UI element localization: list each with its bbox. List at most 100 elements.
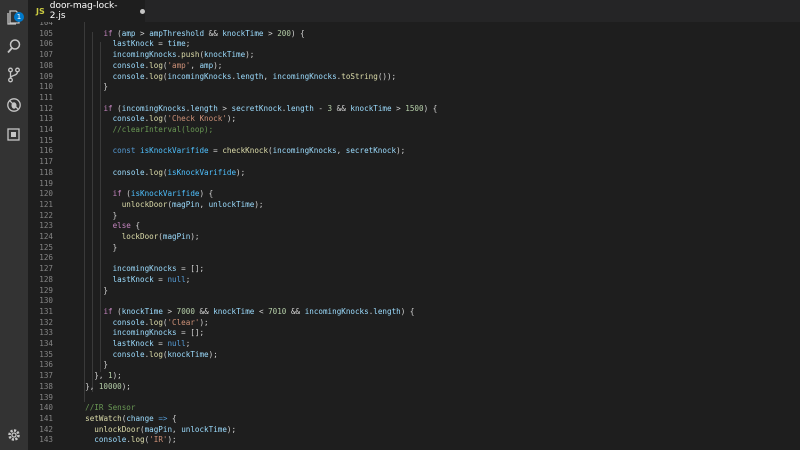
code-line[interactable]: 116 const isKnockVarifide = checkKnock(i… <box>28 146 800 157</box>
code-line[interactable]: 140 //IR Sensor <box>28 403 800 414</box>
code-line[interactable]: 112 if (incomingKnocks.length > secretKn… <box>28 104 800 115</box>
code-line[interactable]: 139 <box>28 393 800 404</box>
unsaved-dot-icon[interactable] <box>140 8 145 14</box>
code-text: console.log(incomingKnocks.length, incom… <box>112 71 397 81</box>
code-text: console.log(isKnockVarifide); <box>112 167 246 177</box>
code-line[interactable]: 143 console.log('IR'); <box>28 435 800 446</box>
code-line[interactable]: 111 <box>28 93 800 104</box>
line-number: 132 <box>39 317 53 327</box>
code-line[interactable]: 125 } <box>28 243 800 254</box>
code-text: incomingKnocks = []; <box>112 264 205 274</box>
code-text: if (incomingKnocks.length > secretKnock.… <box>103 103 438 113</box>
code-line[interactable]: 120 if (isKnockVarifide) { <box>28 189 800 200</box>
code-text: }, 10000); <box>76 381 131 391</box>
code-line[interactable]: 133 incomingKnocks = []; <box>28 328 800 339</box>
code-line[interactable]: 142 unlockDoor(magPin, unlockTime); <box>28 425 800 436</box>
debug-icon[interactable] <box>4 95 24 115</box>
code-line[interactable]: 110 } <box>28 82 800 93</box>
line-number: 110 <box>39 82 53 92</box>
code-line[interactable]: 123 else { <box>28 221 800 232</box>
line-number: 120 <box>39 189 53 199</box>
line-number: 129 <box>39 285 53 295</box>
line-number: 121 <box>39 199 53 209</box>
code-text: if (isKnockVarifide) { <box>112 189 214 199</box>
line-number: 136 <box>39 360 53 370</box>
line-number: 135 <box>39 349 53 359</box>
code-line[interactable]: 129 } <box>28 286 800 297</box>
code-text: } <box>76 242 118 252</box>
code-line[interactable]: 117 <box>28 157 800 168</box>
line-number: 107 <box>39 50 53 60</box>
code-line[interactable]: 127 incomingKnocks = []; <box>28 264 800 275</box>
code-line[interactable]: 107 incomingKnocks.push(knockTime); <box>28 50 800 61</box>
tab-label: door-mag-lock-2.js <box>49 1 118 21</box>
code-line[interactable]: 121 unlockDoor(magPin, unlockTime); <box>28 200 800 211</box>
line-number: 142 <box>39 424 53 434</box>
code-line[interactable]: 109 console.log(incomingKnocks.length, i… <box>28 72 800 83</box>
code-text: console.log('IR'); <box>94 435 177 445</box>
code-line[interactable]: 134 lastKnock = null; <box>28 339 800 350</box>
code-text: if (amp > ampThreshold && knockTime > 20… <box>103 28 305 38</box>
code-line[interactable]: 124 lockDoor(magPin); <box>28 232 800 243</box>
line-number: 128 <box>39 274 53 284</box>
code-line[interactable]: 132 console.log('Clear'); <box>28 318 800 329</box>
tab-door-mag-lock[interactable]: JS door-mag-lock-2.js <box>28 0 145 22</box>
code-text: lastKnock = null; <box>112 339 191 348</box>
code-line[interactable]: 137 }, 1); <box>28 371 800 382</box>
line-number: 105 <box>39 28 53 38</box>
line-number: 113 <box>39 114 53 124</box>
code-line[interactable]: 106 lastKnock = time; <box>28 39 800 50</box>
line-number: 140 <box>39 403 53 413</box>
line-number: 131 <box>39 306 53 316</box>
code-text: unlockDoor(magPin, unlockTime); <box>121 199 264 209</box>
code-editor[interactable]: 104 105 if (amp > ampThreshold && knockTi… <box>28 22 800 450</box>
line-number: 119 <box>39 178 53 188</box>
code-line[interactable]: 126 <box>28 253 800 264</box>
code-text: } <box>76 82 109 92</box>
code-line[interactable]: 105 if (amp > ampThreshold && knockTime … <box>28 29 800 40</box>
code-line[interactable]: 115 <box>28 136 800 147</box>
code-text: else { <box>112 221 141 231</box>
source-control-icon[interactable] <box>4 65 24 85</box>
extensions-icon[interactable] <box>4 124 24 144</box>
code-text: unlockDoor(magPin, unlockTime); <box>94 424 237 434</box>
code-line[interactable]: 128 lastKnock = null; <box>28 275 800 286</box>
code-line[interactable]: 122 } <box>28 211 800 222</box>
line-number: 127 <box>39 264 53 274</box>
code-text: incomingKnocks.push(knockTime); <box>112 50 255 60</box>
code-line[interactable]: 108 console.log('amp', amp); <box>28 61 800 72</box>
code-line[interactable]: 141 setWatch(change => { <box>28 414 800 425</box>
code-text: incomingKnocks = []; <box>112 328 205 338</box>
line-number: 139 <box>39 392 53 402</box>
code-line[interactable]: 114 //clearInterval(loop); <box>28 125 800 136</box>
line-number: 125 <box>39 242 53 252</box>
code-line[interactable]: 131 if (knockTime > 7000 && knockTime < … <box>28 307 800 318</box>
line-number: 134 <box>39 339 53 348</box>
code-line[interactable]: 118 console.log(isKnockVarifide); <box>28 168 800 179</box>
gear-icon[interactable] <box>4 425 24 445</box>
search-icon[interactable] <box>4 36 24 56</box>
code-line[interactable]: 138 }, 10000); <box>28 382 800 393</box>
code-text: //IR Sensor <box>85 403 136 413</box>
line-number: 122 <box>39 210 53 220</box>
code-line[interactable]: 130 <box>28 296 800 307</box>
code-text: lastKnock = time; <box>112 39 191 49</box>
line-number: 123 <box>39 221 53 231</box>
line-number: 141 <box>39 413 53 423</box>
line-number: 118 <box>39 167 53 177</box>
code-text: lockDoor(magPin); <box>121 232 200 241</box>
code-line[interactable]: 136 } <box>28 360 800 371</box>
code-line[interactable]: 135 console.log(knockTime); <box>28 350 800 361</box>
code-text: console.log('amp', amp); <box>112 60 223 70</box>
line-number: 138 <box>39 381 53 391</box>
code-text: } <box>76 360 109 370</box>
line-number: 116 <box>39 146 53 156</box>
line-number: 143 <box>39 435 53 445</box>
code-line[interactable]: 104 <box>28 22 800 29</box>
line-number: 124 <box>39 232 53 241</box>
code-text: console.log(knockTime); <box>112 349 218 359</box>
code-text: const isKnockVarifide = checkKnock(incom… <box>112 146 406 156</box>
code-line[interactable]: 119 <box>28 179 800 190</box>
code-line[interactable]: 113 console.log('Check Knock'); <box>28 114 800 125</box>
line-number: 108 <box>39 60 53 70</box>
